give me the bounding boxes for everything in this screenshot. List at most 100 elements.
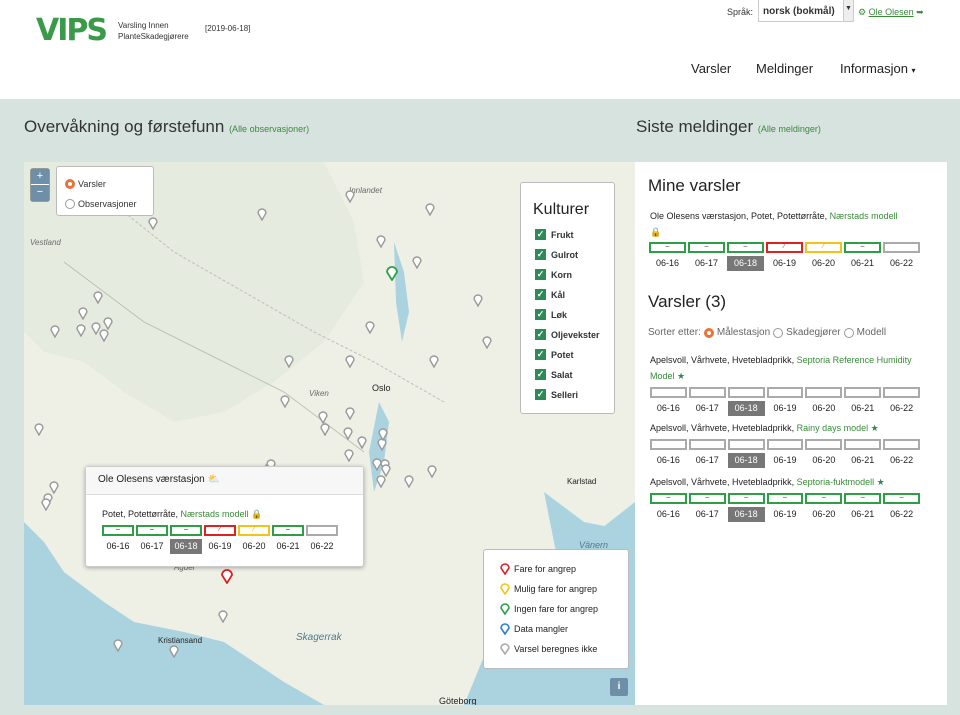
map-pin-icon[interactable] <box>93 290 103 304</box>
culture-7[interactable]: ✓ Salat <box>535 369 573 380</box>
sort-option-pest[interactable]: Skadegjører <box>786 327 840 338</box>
model-link[interactable]: Rainy days model <box>797 423 869 433</box>
date-cell: 06-17 <box>140 541 164 551</box>
zoom-out-button[interactable]: − <box>31 185 49 201</box>
map-pin-icon[interactable] <box>345 406 355 420</box>
radio-selected-icon[interactable] <box>65 179 75 189</box>
map-pin-icon[interactable] <box>473 293 483 307</box>
map-pin-icon[interactable] <box>482 335 492 349</box>
zoom-in-button[interactable]: + <box>31 169 49 185</box>
date-cell: 06-20 <box>811 258 836 268</box>
checkbox-checked-icon[interactable]: ✓ <box>535 289 546 300</box>
all-messages-link[interactable]: (Alle meldinger) <box>758 124 821 134</box>
checkbox-checked-icon[interactable]: ✓ <box>535 349 546 360</box>
radio-icon[interactable] <box>65 199 75 209</box>
map-pin-icon[interactable] <box>169 644 179 658</box>
map-pin-icon[interactable] <box>344 448 354 462</box>
culture-8[interactable]: ✓ Selleri <box>535 389 578 400</box>
checkbox-checked-icon[interactable]: ✓ <box>535 369 546 380</box>
app-name-line1: Varsling Innen <box>118 21 169 30</box>
model-link[interactable]: Septoria-fuktmodell <box>797 477 875 487</box>
language-select[interactable]: norsk (bokmål) ▼ <box>758 0 854 22</box>
status-box <box>306 525 338 536</box>
layer-varsler[interactable]: Varsler <box>65 179 106 189</box>
map-pin-icon[interactable] <box>412 255 422 269</box>
popup-header: Ole Olesens værstasjon ⛅ <box>86 467 363 495</box>
checkbox-checked-icon[interactable]: ✓ <box>535 229 546 240</box>
map-pin-icon[interactable] <box>343 426 353 440</box>
map-pin-icon[interactable] <box>365 320 375 334</box>
checkbox-checked-icon[interactable]: ✓ <box>535 249 546 260</box>
star-icon[interactable]: ★ <box>868 423 879 433</box>
map-pin-icon[interactable] <box>148 216 158 230</box>
culture-1[interactable]: ✓ Gulrot <box>535 249 578 260</box>
date-cell: 06-20 <box>812 403 836 413</box>
map-pin-icon[interactable] <box>41 497 51 511</box>
map[interactable]: Vestland Innlandet Viken Oslo Agder Kris… <box>24 162 635 705</box>
map-pin-icon[interactable] <box>345 189 355 203</box>
radio-icon[interactable] <box>843 327 854 338</box>
map-pin-icon[interactable] <box>257 207 267 221</box>
zoom-control: + − <box>30 168 50 202</box>
culture-3[interactable]: ✓ Kål <box>535 289 565 300</box>
varsler-title: Varsler (3) <box>648 292 727 311</box>
map-pin-icon[interactable] <box>429 354 439 368</box>
nav-varsler[interactable]: Varsler <box>691 61 731 76</box>
nav-informasjon-label: Informasjon <box>840 61 908 76</box>
map-pin-icon[interactable] <box>280 394 290 408</box>
culture-0[interactable]: ✓ Frukt <box>535 229 574 240</box>
culture-label: Frukt <box>551 229 574 240</box>
map-pin-icon[interactable] <box>284 354 294 368</box>
checkbox-checked-icon[interactable]: ✓ <box>535 329 546 340</box>
map-pin-icon[interactable] <box>427 464 437 478</box>
map-pin-icon[interactable] <box>345 354 355 368</box>
map-pin-icon[interactable] <box>34 422 44 436</box>
checkbox-checked-icon[interactable]: ✓ <box>535 269 546 280</box>
map-pin-icon[interactable] <box>78 306 88 320</box>
popup-model-link[interactable]: Nærstads modell <box>181 509 249 519</box>
map-pin-icon[interactable] <box>221 568 233 584</box>
map-pin-icon[interactable] <box>50 324 60 338</box>
culture-6[interactable]: ✓ Potet <box>535 349 574 360</box>
date-row: 06-16 06-17 06-18 06-19 06-20 06-21 06-22 <box>650 401 920 416</box>
user-link[interactable]: ⚙ Ole Olesen ➥ <box>858 7 924 18</box>
info-button[interactable]: i <box>610 678 628 696</box>
map-pin-icon[interactable] <box>320 422 330 436</box>
checkbox-checked-icon[interactable]: ✓ <box>535 389 546 400</box>
layer-observasjoner[interactable]: Observasjoner <box>65 199 137 209</box>
status-box: – <box>102 525 134 536</box>
map-pin-icon[interactable] <box>425 202 435 216</box>
map-pin-icon[interactable] <box>99 328 109 342</box>
map-pin-icon[interactable] <box>376 234 386 248</box>
star-icon[interactable]: ★ <box>874 477 885 487</box>
sort-option-model[interactable]: Modell <box>857 327 886 338</box>
culture-2[interactable]: ✓ Korn <box>535 269 572 280</box>
language-value: norsk (bokmål) <box>763 6 835 17</box>
mine-model-link[interactable]: Nærstads modell <box>830 211 898 221</box>
map-pin-icon[interactable] <box>381 463 391 477</box>
culture-4[interactable]: ✓ Løk <box>535 309 567 320</box>
all-observations-link[interactable]: (Alle observasjoner) <box>229 124 309 134</box>
map-pin-icon[interactable] <box>357 435 367 449</box>
map-pin-icon[interactable] <box>378 427 388 441</box>
radio-selected-icon[interactable] <box>703 327 714 338</box>
latest-messages-title: Siste meldinger (Alle meldinger) <box>636 117 821 137</box>
status-box <box>650 439 687 450</box>
map-pin-icon[interactable] <box>113 638 123 652</box>
map-pin-icon[interactable] <box>49 480 59 494</box>
date-cell: 06-21 <box>851 403 875 413</box>
legend-label: Data mangler <box>514 623 569 634</box>
checkbox-checked-icon[interactable]: ✓ <box>535 309 546 320</box>
logout-icon[interactable]: ➥ <box>916 7 924 17</box>
star-icon[interactable]: ★ <box>675 371 685 381</box>
radio-icon[interactable] <box>773 327 784 338</box>
vips-logo[interactable]: VIPS <box>36 12 108 46</box>
sort-option-station[interactable]: Målestasjon <box>717 327 770 338</box>
culture-5[interactable]: ✓ Oljevekster <box>535 329 600 340</box>
map-pin-icon[interactable] <box>386 265 398 281</box>
nav-informasjon[interactable]: Informasjon ▾ <box>840 61 916 76</box>
map-pin-icon[interactable] <box>76 323 86 337</box>
map-pin-icon[interactable] <box>404 474 414 488</box>
nav-meldinger[interactable]: Meldinger <box>756 61 813 76</box>
map-pin-icon[interactable] <box>218 609 228 623</box>
